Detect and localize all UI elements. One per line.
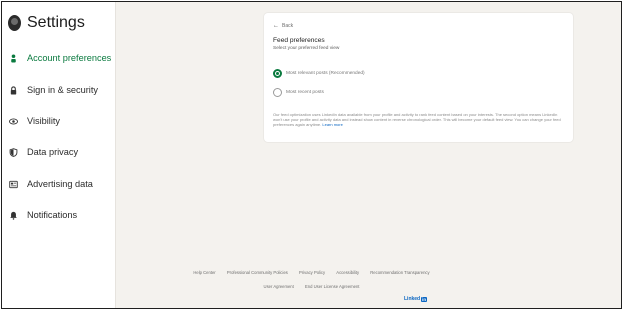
bell-icon	[8, 210, 18, 220]
footer-link-accessibility[interactable]: Accessibility	[336, 270, 359, 275]
card-subtitle: Select your preferred feed view	[273, 46, 340, 51]
newspaper-icon	[8, 179, 18, 189]
brand-in-badge: in	[421, 296, 428, 302]
sidebar-item-advertising-data[interactable]: Advertising data	[8, 179, 93, 189]
sidebar-item-label: Advertising data	[27, 179, 93, 189]
brand-text: Linked	[404, 296, 421, 302]
sidebar-item-visibility[interactable]: Visibility	[8, 116, 60, 126]
footer-link-privacy-policy[interactable]: Privacy Policy	[299, 270, 325, 275]
feed-description: Our feed optimization uses LinkedIn data…	[273, 112, 563, 128]
sidebar-item-data-privacy[interactable]: Data privacy	[8, 147, 78, 157]
sidebar-item-sign-in-security[interactable]: Sign in & security	[8, 85, 98, 95]
avatar[interactable]	[8, 15, 21, 31]
lock-icon	[8, 85, 18, 95]
sidebar-header: Settings	[8, 14, 85, 32]
back-label: Back	[282, 23, 294, 29]
learn-more-link[interactable]: Learn more	[322, 122, 342, 127]
option-most-relevant[interactable]: Most relevant posts (Recommended)	[273, 69, 365, 78]
sidebar-item-notifications[interactable]: Notifications	[8, 210, 77, 220]
footer-link-recommendation-transparency[interactable]: Recommendation Transparency	[370, 270, 429, 275]
radio-button[interactable]	[273, 88, 282, 97]
arrow-left-icon: ←	[273, 23, 279, 29]
footer-link-user-agreement[interactable]: User Agreement	[264, 284, 294, 289]
settings-sidebar: Settings Account preferences Sign in & s…	[2, 2, 116, 308]
option-label: Most recent posts	[286, 90, 324, 95]
shield-icon	[8, 147, 18, 157]
eye-icon	[8, 116, 18, 126]
sidebar-item-label: Account preferences	[27, 53, 112, 63]
footer-links-row-1: Help Center Professional Community Polic…	[2, 270, 621, 275]
footer-link-help-center[interactable]: Help Center	[193, 270, 215, 275]
radio-button-selected[interactable]	[273, 69, 282, 78]
linkedin-logo: Linked in	[404, 296, 428, 302]
footer-link-community-policies[interactable]: Professional Community Policies	[227, 270, 288, 275]
sidebar-item-label: Visibility	[27, 116, 61, 126]
footer-links-row-2: User Agreement End User License Agreemen…	[2, 284, 621, 289]
footer-link-eula[interactable]: End User License Agreement	[305, 284, 359, 289]
feed-preferences-card: ← Back Feed preferences Select your pref…	[264, 13, 573, 142]
card-title: Feed preferences	[273, 37, 325, 44]
option-most-recent[interactable]: Most recent posts	[273, 88, 324, 97]
option-label: Most relevant posts (Recommended)	[286, 71, 365, 76]
description-text: Our feed optimization uses LinkedIn data…	[273, 112, 561, 128]
sidebar-item-label: Data privacy	[27, 147, 79, 157]
app-window: Settings Account preferences Sign in & s…	[1, 1, 622, 309]
page-title: Settings	[27, 14, 85, 31]
person-icon	[8, 53, 18, 63]
sidebar-item-label: Notifications	[27, 210, 78, 220]
sidebar-item-label: Sign in & security	[27, 85, 98, 95]
back-button[interactable]: ← Back	[273, 23, 293, 29]
sidebar-item-account-preferences[interactable]: Account preferences	[8, 53, 111, 63]
main-content: ← Back Feed preferences Select your pref…	[116, 2, 621, 308]
